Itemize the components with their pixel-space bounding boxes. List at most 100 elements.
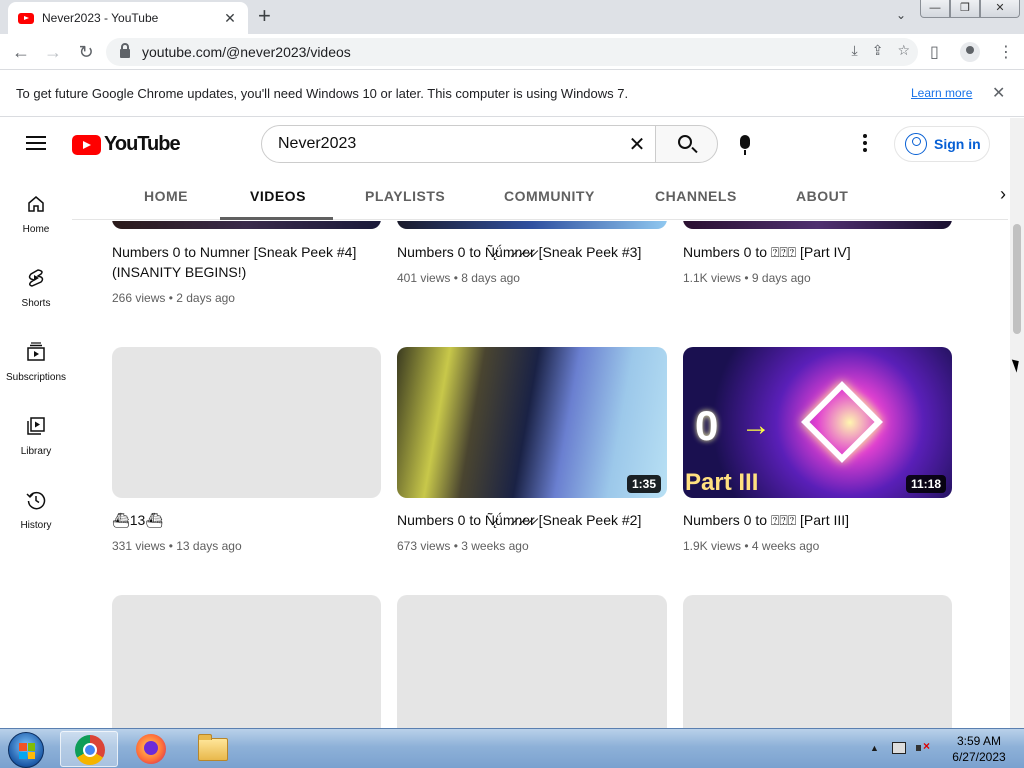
upload-age: 4 weeks ago [751, 539, 820, 553]
address-bar[interactable]: youtube.com/@never2023/videos ⤓ ⇪ ☆ [106, 38, 918, 66]
minimize-button[interactable]: — [920, 0, 950, 18]
microphone-icon[interactable] [740, 135, 750, 155]
youtube-favicon-icon [18, 12, 34, 24]
video-thumbnail[interactable] [112, 221, 381, 229]
video-thumbnail[interactable] [112, 347, 381, 498]
omnibox-actions: ⤓ ⇪ ☆ [852, 42, 911, 59]
thumbnail-diamond-graphic [800, 380, 884, 464]
tab-home[interactable]: HOME [144, 188, 188, 204]
close-tab-icon[interactable]: ✕ [222, 10, 238, 27]
close-infobar-icon[interactable]: ✕ [992, 83, 1005, 103]
video-meta: 1.9K views • 4 weeks ago [683, 539, 820, 553]
url-text[interactable]: youtube.com/@never2023/videos [142, 44, 351, 60]
active-tab-indicator [220, 217, 333, 220]
page-scrollbar[interactable] [1010, 118, 1024, 728]
sign-in-button[interactable]: Sign in [894, 126, 990, 162]
taskbar-explorer[interactable] [184, 731, 242, 767]
tab-channels[interactable]: CHANNELS [655, 188, 737, 204]
update-infobar: To get future Google Chrome updates, you… [0, 71, 1024, 117]
video-thumbnail[interactable]: 0 → Part III 11:18 [683, 347, 952, 498]
folder-icon [198, 734, 228, 761]
tab-about[interactable]: ABOUT [796, 188, 848, 204]
network-icon[interactable] [892, 742, 906, 754]
video-thumbnail[interactable] [683, 221, 952, 229]
bookmark-star-icon[interactable]: ☆ [897, 42, 910, 59]
thumbnail-part-text: Part III [685, 469, 759, 496]
view-count: 1.9K views [683, 539, 742, 553]
youtube-logo[interactable]: YouTube [72, 133, 181, 156]
scrollbar-thumb[interactable] [1013, 224, 1021, 334]
profile-avatar-icon[interactable] [960, 42, 980, 62]
video-thumbnail[interactable] [397, 221, 667, 229]
clear-search-icon[interactable]: ✕ [619, 132, 655, 157]
share-icon[interactable]: ⇪ [872, 42, 884, 59]
upload-age: 3 weeks ago [461, 539, 529, 553]
reload-icon[interactable]: ↻ [75, 41, 97, 63]
view-count: 673 views [397, 539, 451, 553]
youtube-header: YouTube Never2023 ✕ Sign in [0, 118, 1010, 170]
lock-icon[interactable] [120, 43, 130, 58]
chevron-right-icon[interactable]: › [1000, 184, 1006, 205]
new-tab-button[interactable]: + [258, 5, 271, 27]
taskbar-clock[interactable]: 3:59 AM 6/27/2023 [944, 733, 1014, 765]
account-icon [905, 133, 927, 155]
clock-date: 6/27/2023 [952, 750, 1006, 764]
video-thumbnail[interactable]: 1:35 [397, 347, 667, 498]
window-controls: — ❐ ✕ [920, 0, 1020, 18]
chrome-menu-icon[interactable]: ⋮ [998, 42, 1014, 62]
tab-search-chevron-icon[interactable]: ⌄ [896, 8, 906, 22]
tab-playlists[interactable]: PLAYLISTS [365, 188, 445, 204]
video-thumbnail[interactable] [683, 595, 952, 728]
video-thumbnail[interactable] [112, 595, 381, 728]
upload-age: 13 days ago [176, 539, 242, 553]
forward-arrow-icon[interactable]: → [42, 41, 64, 63]
close-window-button[interactable]: ✕ [980, 0, 1020, 18]
search-icon [678, 135, 692, 149]
video-meta: 266 views • 2 days ago [112, 291, 235, 305]
browser-toolbar: ← → ↻ youtube.com/@never2023/videos ⤓ ⇪ … [0, 34, 1024, 70]
video-title[interactable]: Numbers 0 to ⍰⍰⍰ [Part III] [683, 510, 953, 530]
video-title[interactable]: ⛴13⛴ [112, 510, 382, 530]
thumbnail-arrow-icon: → [741, 409, 771, 442]
upload-age: 2 days ago [176, 291, 235, 305]
video-title[interactable]: Numbers 0 to Ñ̷̨ǘm̷n̷e̷r̷ [Sneak Peek #2… [397, 510, 667, 530]
firefox-icon [136, 734, 166, 764]
install-app-icon[interactable]: ⤓ [852, 42, 858, 59]
view-count: 331 views [112, 539, 166, 553]
home-icon [28, 196, 44, 212]
search-input[interactable]: Never2023 ✕ [261, 125, 656, 163]
back-arrow-icon[interactable]: ← [10, 41, 32, 63]
upload-age: 8 days ago [461, 271, 520, 285]
windows-taskbar: ▲ 3:59 AM 6/27/2023 [0, 728, 1024, 768]
infobar-message: To get future Google Chrome updates, you… [16, 86, 629, 101]
taskbar-firefox[interactable] [122, 731, 180, 767]
sign-in-label: Sign in [934, 136, 981, 152]
upload-age: 9 days ago [751, 271, 811, 285]
browser-tab[interactable]: Never2023 - YouTube ✕ [8, 2, 248, 34]
search-button[interactable] [655, 125, 718, 163]
duration-badge: 1:35 [626, 475, 661, 493]
video-meta: 1.1K views • 9 days ago [683, 271, 811, 285]
start-button[interactable] [8, 732, 44, 768]
search-query[interactable]: Never2023 [278, 135, 619, 153]
learn-more-link[interactable]: Learn more [911, 86, 972, 100]
settings-kebab-icon[interactable] [863, 134, 867, 154]
youtube-logo-text: YouTube [104, 133, 181, 155]
video-title[interactable]: Numbers 0 to Numner [Sneak Peek #4] (INS… [112, 242, 382, 282]
video-title[interactable]: Numbers 0 to Ñ̷̨ǘm̷n̷e̷r̷ [Sneak Peek #3… [397, 242, 667, 262]
tab-videos[interactable]: VIDEOS [250, 188, 306, 204]
restore-button[interactable]: ❐ [950, 0, 980, 18]
volume-muted-icon[interactable] [916, 739, 930, 754]
menu-hamburger-icon[interactable] [26, 136, 46, 150]
video-thumbnail[interactable] [397, 595, 667, 728]
system-tray: ▲ 3:59 AM 6/27/2023 [866, 729, 1024, 768]
show-hidden-icons-icon[interactable]: ▲ [870, 743, 879, 753]
thumbnail-zero-text: 0 [695, 402, 719, 449]
taskbar-chrome[interactable] [60, 731, 118, 767]
side-panel-icon[interactable]: ▯ [930, 42, 939, 62]
tab-community[interactable]: COMMUNITY [504, 188, 595, 204]
tab-strip: Never2023 - YouTube ✕ + ⌄ — ❐ ✕ [0, 0, 1024, 34]
view-count: 266 views [112, 291, 166, 305]
youtube-play-logo-icon [72, 134, 101, 155]
video-title[interactable]: Numbers 0 to ⍰⍰⍰ [Part IV] [683, 242, 953, 262]
